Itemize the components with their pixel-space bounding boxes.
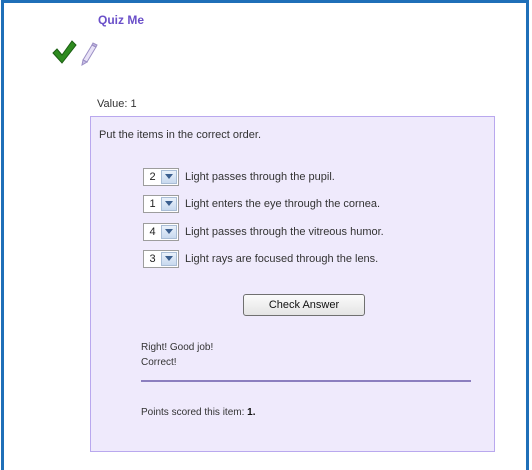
value-label: Value: bbox=[97, 98, 128, 110]
chevron-down-icon[interactable] bbox=[161, 252, 177, 266]
order-select[interactable]: 3 bbox=[143, 250, 179, 268]
order-select[interactable]: 4 bbox=[143, 223, 179, 241]
check-answer-button[interactable]: Check Answer bbox=[243, 294, 365, 316]
chevron-down-icon[interactable] bbox=[161, 225, 177, 239]
feedback-message: Right! Good job! bbox=[141, 342, 214, 353]
order-select-value: 3 bbox=[149, 253, 156, 265]
order-item: 2 Light passes through the pupil. bbox=[143, 167, 335, 187]
chevron-down-icon[interactable] bbox=[161, 170, 177, 184]
order-item-label: Light passes through the vitreous humor. bbox=[185, 226, 384, 238]
order-item-label: Light rays are focused through the lens. bbox=[185, 253, 379, 265]
status-icons bbox=[52, 39, 108, 67]
order-item: 3 Light rays are focused through the len… bbox=[143, 249, 378, 269]
order-select[interactable]: 2 bbox=[143, 168, 179, 186]
value-amount: 1 bbox=[130, 98, 137, 110]
chevron-down-icon[interactable] bbox=[161, 197, 177, 211]
order-select-value: 2 bbox=[149, 171, 156, 183]
question-panel: Put the items in the correct order. 2 Li… bbox=[90, 116, 495, 452]
quiz-frame: Quiz Me Value: 1 Put the items in the co… bbox=[1, 0, 529, 470]
points-scored: Points scored this item: 1. bbox=[141, 407, 256, 418]
quiz-title: Quiz Me bbox=[98, 13, 145, 27]
question-value: Value: 1 bbox=[97, 98, 137, 110]
pencil-icon bbox=[81, 42, 98, 67]
order-select-value: 1 bbox=[149, 198, 156, 210]
checkmark-icon bbox=[52, 40, 77, 64]
order-select[interactable]: 1 bbox=[143, 195, 179, 213]
order-item: 4 Light passes through the vitreous humo… bbox=[143, 222, 384, 242]
order-item-label: Light passes through the pupil. bbox=[185, 171, 335, 183]
feedback-result: Correct! bbox=[141, 357, 177, 368]
order-select-value: 4 bbox=[149, 226, 156, 238]
points-value: 1. bbox=[247, 407, 256, 418]
order-item: 1 Light enters the eye through the corne… bbox=[143, 194, 380, 214]
order-item-label: Light enters the eye through the cornea. bbox=[185, 198, 381, 210]
points-label: Points scored this item: bbox=[141, 407, 245, 418]
divider bbox=[141, 380, 471, 382]
question-instruction: Put the items in the correct order. bbox=[99, 129, 262, 141]
